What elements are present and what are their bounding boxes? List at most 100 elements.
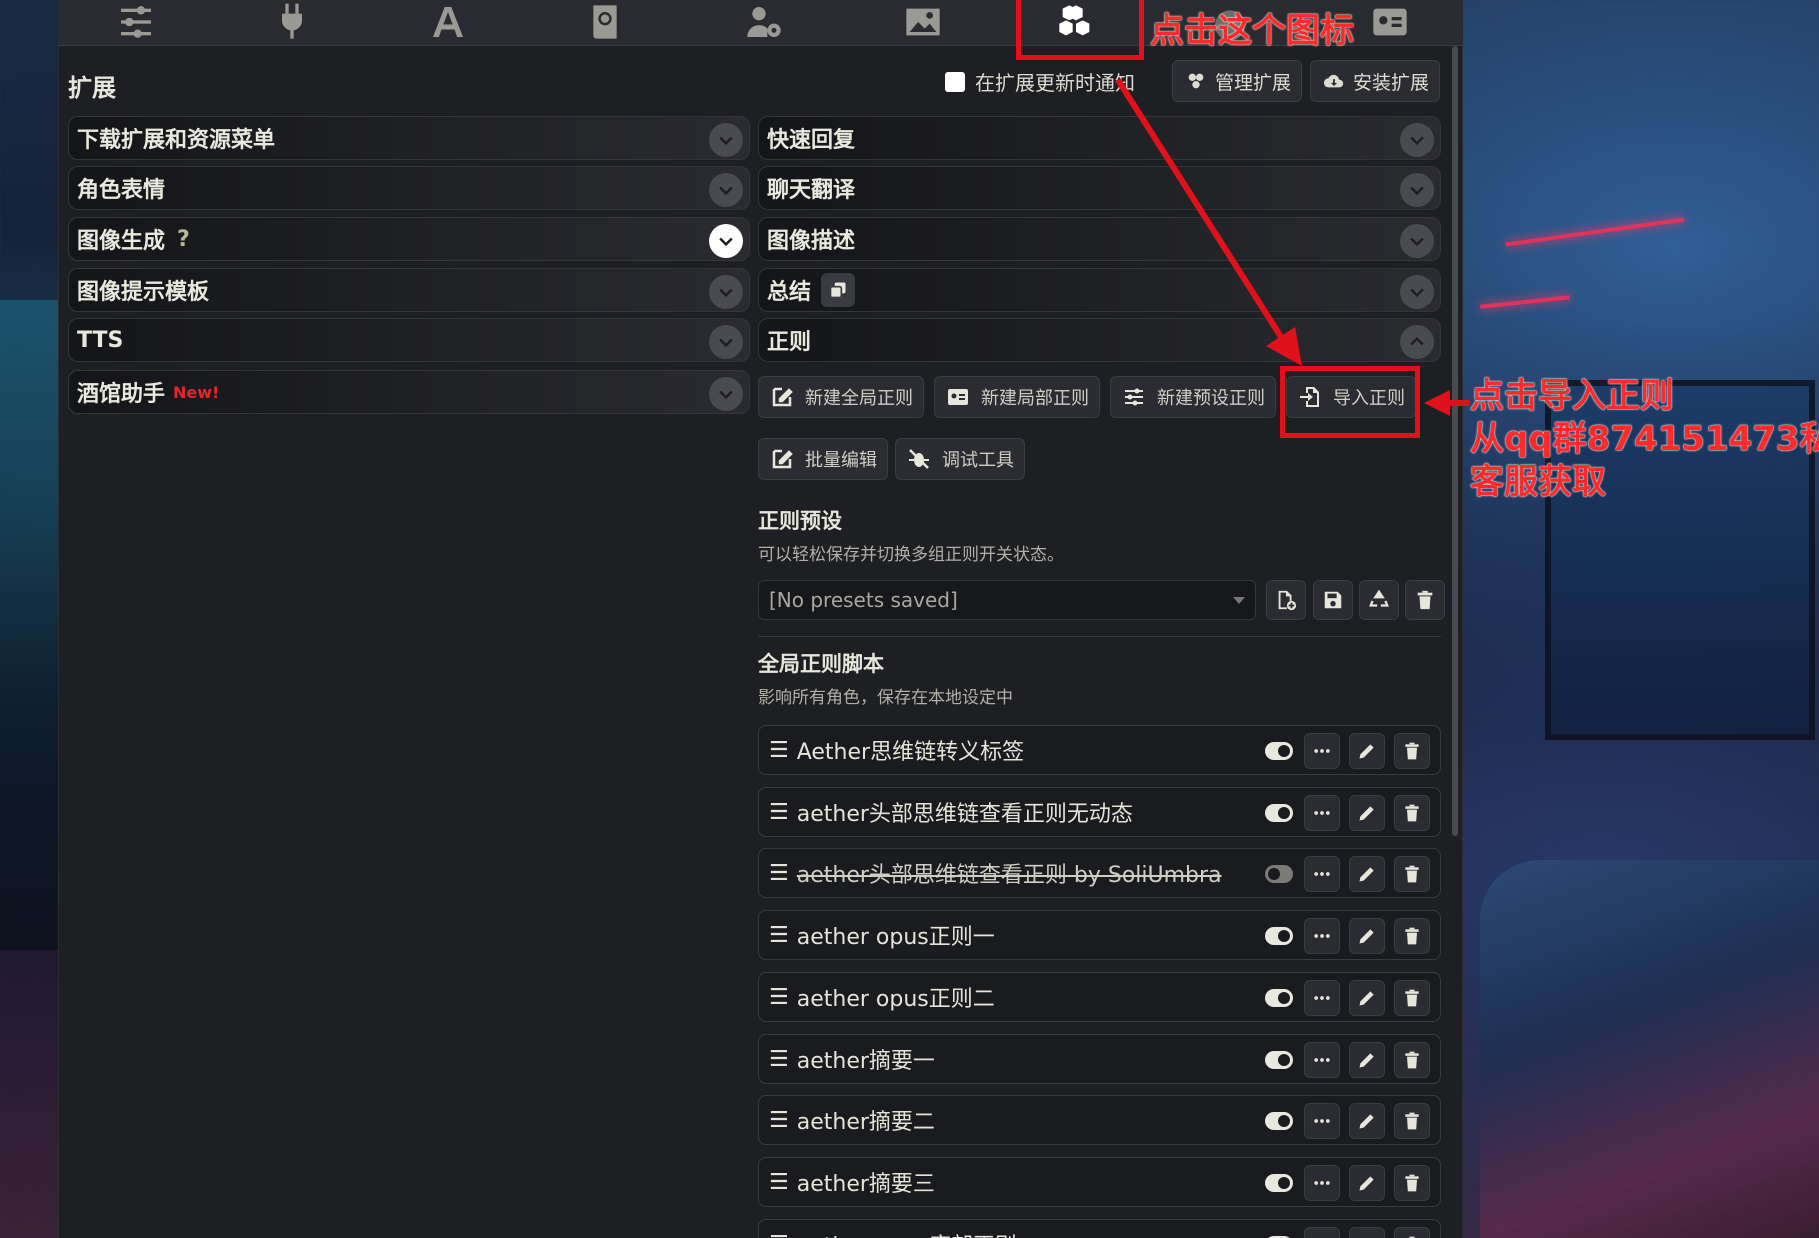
delete-script-button[interactable] (1394, 795, 1430, 831)
delete-script-button[interactable] (1394, 733, 1430, 769)
chevron-down-icon[interactable] (1400, 275, 1434, 309)
more-options-button[interactable] (1304, 1103, 1340, 1139)
edit-script-button[interactable] (1349, 1042, 1385, 1078)
address-card-icon[interactable] (1360, 0, 1420, 44)
drag-handle-icon[interactable]: ☰ (769, 861, 789, 886)
chevron-down-icon[interactable] (709, 224, 743, 258)
save-preset-button[interactable] (1313, 580, 1353, 620)
user-gear-icon[interactable] (734, 0, 794, 44)
font-icon[interactable] (418, 0, 478, 44)
regex-script-row[interactable]: ☰ aether摘要二 (758, 1095, 1441, 1145)
panel-scrollbar[interactable] (1450, 46, 1460, 846)
restore-preset-button[interactable] (1359, 580, 1399, 620)
regex-script-row[interactable]: ☰ aether opus底部正则 (758, 1219, 1441, 1238)
drawer-quick-reply[interactable]: 快速回复 (758, 116, 1441, 160)
notify-on-update[interactable]: 在扩展更新时通知 (945, 67, 1135, 96)
new-preset-regex-button[interactable]: 新建预设正则 (1110, 376, 1276, 418)
toggle-switch[interactable] (1265, 804, 1293, 822)
chevron-down-icon[interactable] (709, 325, 743, 359)
chevron-up-icon[interactable] (1400, 325, 1434, 359)
regex-script-row[interactable]: ☰ aether摘要三 (758, 1157, 1441, 1207)
help-icon[interactable]: ? (177, 227, 190, 252)
edit-script-button[interactable] (1349, 980, 1385, 1016)
scrollbar-thumb[interactable] (1452, 46, 1458, 836)
edit-script-button[interactable] (1349, 1227, 1385, 1238)
chevron-down-icon[interactable] (1400, 224, 1434, 258)
delete-script-button[interactable] (1394, 1103, 1430, 1139)
regex-script-row[interactable]: ☰ Aether思维链转义标签 (758, 725, 1441, 775)
drag-handle-icon[interactable]: ☰ (769, 1170, 789, 1195)
chevron-down-icon[interactable] (709, 173, 743, 207)
drag-handle-icon[interactable]: ☰ (769, 1232, 789, 1238)
more-options-button[interactable] (1304, 733, 1340, 769)
chevron-down-icon[interactable] (1400, 123, 1434, 157)
drag-handle-icon[interactable]: ☰ (769, 738, 789, 763)
more-options-button[interactable] (1304, 980, 1340, 1016)
drawer-image-generation[interactable]: 图像生成 ? (68, 217, 750, 261)
drawer-tts[interactable]: TTS (68, 318, 750, 362)
edit-script-button[interactable] (1349, 856, 1385, 892)
drawer-image-captioning[interactable]: 图像描述 (758, 217, 1441, 261)
edit-script-button[interactable] (1349, 918, 1385, 954)
toggle-switch[interactable] (1265, 1174, 1293, 1192)
edit-script-button[interactable] (1349, 1165, 1385, 1201)
chevron-down-icon[interactable] (709, 123, 743, 157)
manage-extensions-button[interactable]: 管理扩展 (1172, 60, 1303, 102)
new-global-regex-button[interactable]: 新建全局正则 (758, 376, 924, 418)
delete-script-button[interactable] (1394, 1227, 1430, 1238)
delete-script-button[interactable] (1394, 1165, 1430, 1201)
drag-handle-icon[interactable]: ☰ (769, 923, 789, 948)
edit-script-button[interactable] (1349, 795, 1385, 831)
debug-tools-button[interactable]: 调试工具 (895, 438, 1025, 480)
drawer-tavern-helper[interactable]: 酒馆助手 New! (68, 370, 750, 414)
regex-script-row[interactable]: ☰ aether opus正则二 (758, 972, 1441, 1022)
toggle-switch[interactable] (1265, 865, 1293, 883)
delete-script-button[interactable] (1394, 918, 1430, 954)
image-icon[interactable] (893, 0, 953, 44)
more-options-button[interactable] (1304, 1165, 1340, 1201)
regex-preset-select[interactable]: [No presets saved] (758, 580, 1256, 620)
toggle-switch[interactable] (1265, 927, 1293, 945)
toggle-switch[interactable] (1265, 989, 1293, 1007)
delete-script-button[interactable] (1394, 856, 1430, 892)
toggle-switch[interactable] (1265, 1051, 1293, 1069)
drag-handle-icon[interactable]: ☰ (769, 800, 789, 825)
drawer-character-expressions[interactable]: 角色表情 (68, 166, 750, 210)
drawer-image-prompt-templates[interactable]: 图像提示模板 (68, 268, 750, 312)
more-options-button[interactable] (1304, 1042, 1340, 1078)
new-local-regex-button[interactable]: 新建局部正则 (934, 376, 1100, 418)
delete-script-button[interactable] (1394, 980, 1430, 1016)
regex-script-row[interactable]: ☰ aether头部思维链查看正则无动态 (758, 787, 1441, 837)
drawer-download-extensions[interactable]: 下载扩展和资源菜单 (68, 116, 750, 160)
regex-script-row[interactable]: ☰ aether opus正则一 (758, 910, 1441, 960)
more-options-button[interactable] (1304, 795, 1340, 831)
notify-checkbox[interactable] (945, 71, 965, 92)
drag-handle-icon[interactable]: ☰ (769, 1108, 789, 1133)
new-preset-button[interactable] (1266, 580, 1306, 620)
delete-script-button[interactable] (1394, 1042, 1430, 1078)
drawer-chat-translation[interactable]: 聊天翻译 (758, 166, 1441, 210)
more-options-button[interactable] (1304, 918, 1340, 954)
drawer-regex[interactable]: 正则 (758, 318, 1441, 362)
toggle-switch[interactable] (1265, 1112, 1293, 1130)
plug-icon[interactable] (262, 0, 322, 44)
edit-script-button[interactable] (1349, 733, 1385, 769)
bulk-edit-button[interactable]: 批量编辑 (758, 438, 888, 480)
more-options-button[interactable] (1304, 1227, 1340, 1238)
chevron-down-icon[interactable] (709, 275, 743, 309)
edit-script-button[interactable] (1349, 1103, 1385, 1139)
copy-icon[interactable] (821, 273, 856, 307)
drawer-summarize[interactable]: 总结 (758, 268, 1441, 312)
install-extension-button[interactable]: 安装扩展 (1310, 60, 1441, 102)
drag-handle-icon[interactable]: ☰ (769, 985, 789, 1010)
regex-script-row[interactable]: ☰ aether摘要一 (758, 1034, 1441, 1084)
chevron-down-icon[interactable] (709, 377, 743, 411)
delete-preset-button[interactable] (1405, 580, 1445, 620)
more-options-button[interactable] (1304, 856, 1340, 892)
chevron-down-icon[interactable] (1400, 173, 1434, 207)
drag-handle-icon[interactable]: ☰ (769, 1047, 789, 1072)
sliders-icon[interactable] (106, 0, 166, 44)
book-globe-icon[interactable] (575, 0, 635, 44)
toggle-switch[interactable] (1265, 742, 1293, 760)
regex-script-row[interactable]: ☰ aether头部思维链查看正则 by SoliUmbra (758, 848, 1441, 898)
